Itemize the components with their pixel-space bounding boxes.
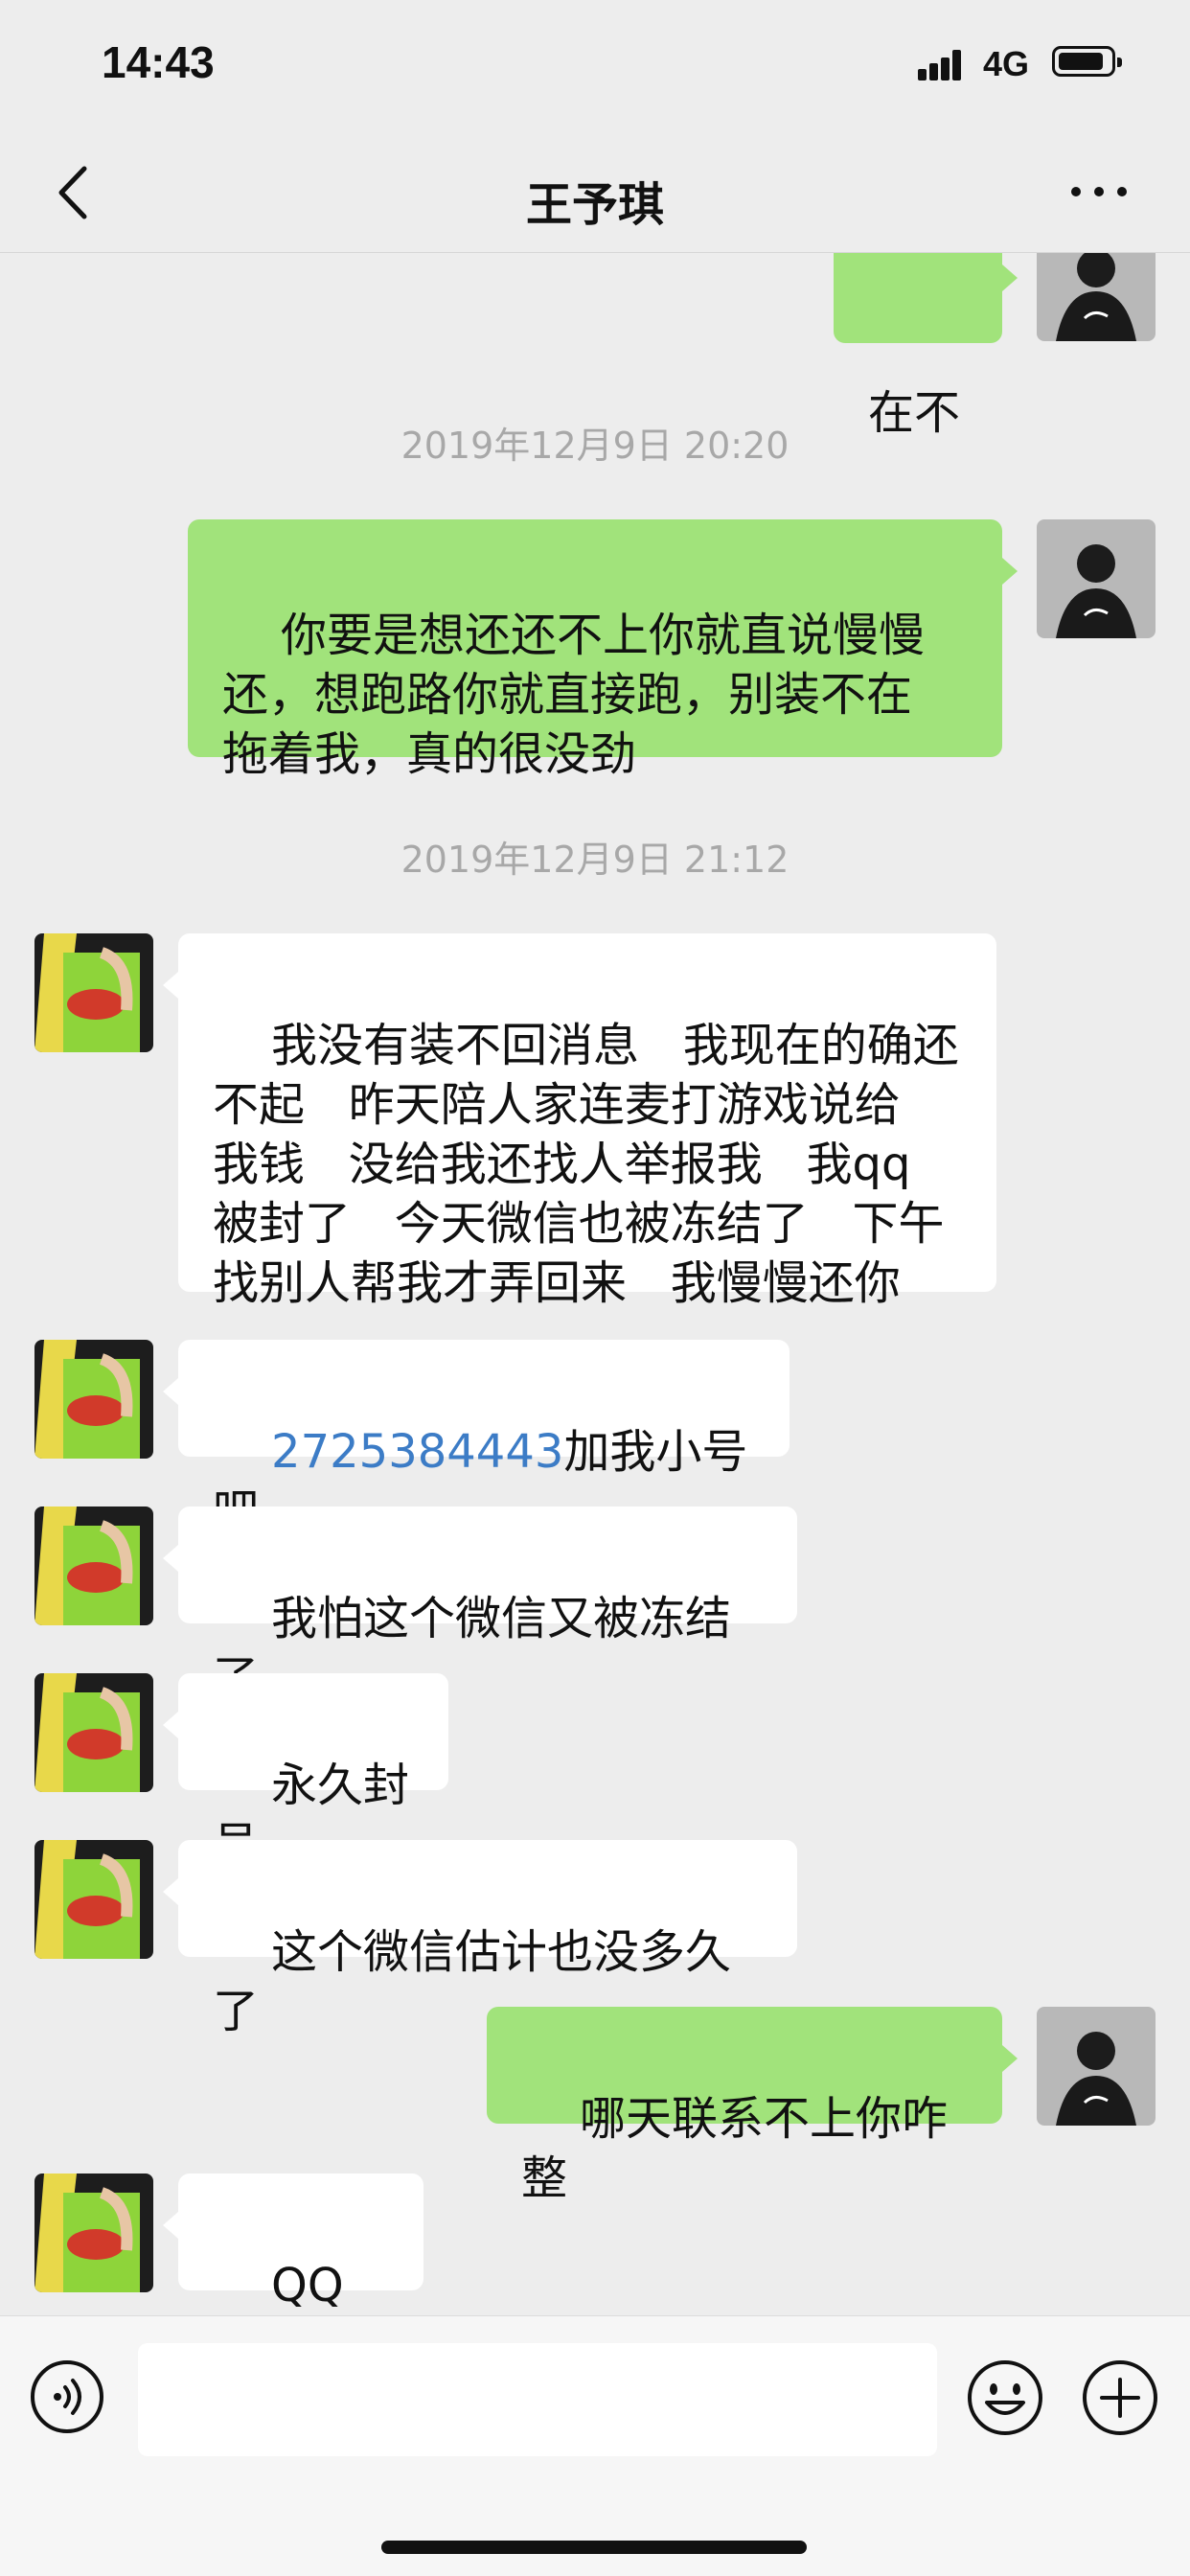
outgoing-message[interactable]: 你要是想还还不上你就直说慢慢 还，想跑路你就直接跑，别装不在 拖着我，真的很没劲: [188, 519, 1018, 781]
signal-icon: [918, 46, 970, 80]
contact-name: 王予琪: [525, 178, 664, 232]
timestamp: 2019年12月9日 20:20: [400, 425, 790, 467]
battery-icon: [1052, 46, 1122, 77]
incoming-message[interactable]: 我怕这个微信又被冻结了: [163, 1506, 797, 1705]
plus-icon[interactable]: [1081, 2358, 1159, 2437]
avatar-self[interactable]: [1037, 519, 1156, 638]
message-text: 你要是想还还不上你就直说慢慢 还，想跑路你就直接跑，别装不在 拖着我，真的很没劲: [222, 609, 926, 781]
incoming-message[interactable]: 这个微信估计也没多久了: [163, 1840, 797, 2038]
incoming-message[interactable]: 2725384443加我小号吧: [163, 1340, 790, 1538]
status-bar: 14:43 4G: [0, 0, 1190, 134]
outgoing-message[interactable]: 哪天联系不上你咋整: [487, 2007, 1018, 2205]
emoji-icon[interactable]: [966, 2358, 1044, 2437]
avatar-contact[interactable]: [34, 1840, 153, 1959]
avatar-self[interactable]: [1037, 2007, 1156, 2126]
avatar-contact[interactable]: [34, 1340, 153, 1459]
incoming-message[interactable]: 永久封号: [163, 1673, 448, 1872]
input-bar: [0, 2315, 1190, 2576]
message-text: 我没有装不回消息 我现在的确还 不起 昨天陪人家连麦打游戏说给 我钱 没给我还找…: [213, 1019, 959, 1310]
avatar-contact[interactable]: [34, 1506, 153, 1625]
avatar-contact[interactable]: [34, 2174, 153, 2292]
incoming-message[interactable]: QQ小号: [163, 2174, 423, 2312]
message-text: QQ小号: [271, 2259, 344, 2312]
avatar-contact[interactable]: [34, 1673, 153, 1792]
more-dots-icon[interactable]: [1065, 182, 1133, 201]
network-type: 4G: [983, 44, 1030, 83]
avatar-contact[interactable]: [34, 933, 153, 1052]
voice-icon[interactable]: [29, 2358, 105, 2435]
status-time: 14:43: [102, 37, 215, 87]
qq-number-link[interactable]: 2725384443: [271, 1425, 563, 1479]
outgoing-message[interactable]: 在不: [834, 253, 1018, 440]
incoming-message[interactable]: 我没有装不回消息 我现在的确还 不起 昨天陪人家连麦打游戏说给 我钱 没给我还找…: [163, 933, 996, 1310]
message-list[interactable]: 在不 2019年12月9日 20:20 你要是想还还不上你就直说慢慢 还，想跑路…: [0, 253, 1190, 2315]
home-indicator[interactable]: [381, 2541, 807, 2554]
timestamp: 2019年12月9日 21:12: [400, 839, 790, 881]
avatar-self[interactable]: [1037, 253, 1156, 341]
chat-header: 王予琪: [0, 134, 1190, 253]
message-input[interactable]: [138, 2343, 937, 2456]
message-text: 哪天联系不上你咋整: [521, 2092, 949, 2205]
